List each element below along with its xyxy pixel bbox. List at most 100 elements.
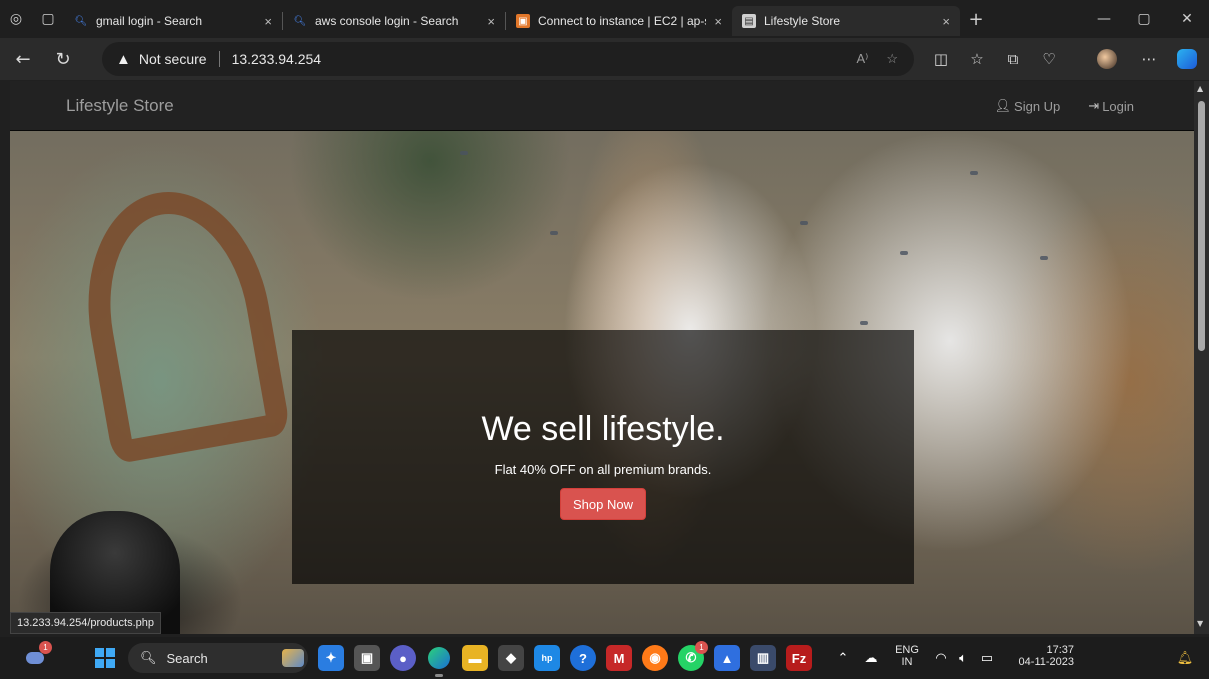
bag-strap-graphic <box>68 177 292 465</box>
file-explorer-icon[interactable]: ▬ <box>462 645 488 671</box>
profile-avatar[interactable] <box>1090 42 1124 76</box>
shirt-pattern <box>900 251 908 255</box>
volume-icon[interactable]: 🔈︎ <box>950 645 976 671</box>
microsoft-store-icon[interactable]: ◆ <box>498 645 524 671</box>
site-brand-link[interactable]: Lifestyle Store <box>66 96 174 116</box>
url-text[interactable]: 13.233.94.254 <box>232 51 322 67</box>
favorite-star-icon[interactable]: ☆ <box>886 51 898 67</box>
language-code: ENG <box>895 644 919 656</box>
shirt-pattern <box>1040 256 1048 260</box>
active-indicator <box>435 674 443 677</box>
tab-lifestyle-store[interactable]: ▤ Lifestyle Store × <box>732 6 960 36</box>
favorites-icon[interactable]: ☆ <box>960 42 994 76</box>
scrollbar-thumb[interactable] <box>1198 101 1205 351</box>
page-icon: ▤ <box>742 14 756 28</box>
close-tab-icon[interactable]: × <box>264 14 272 29</box>
battery-icon[interactable]: ▭ <box>974 645 1000 671</box>
clock-date: 04-11-2023 <box>1018 656 1074 668</box>
refresh-icon[interactable]: ↻ <box>46 42 80 76</box>
close-tab-icon[interactable]: × <box>714 14 722 29</box>
browser-toolbar: ← ↻ ▲ Not secure 13.233.94.254 A⁾ ☆ ◫ ☆ … <box>0 38 1209 80</box>
windows-taskbar: 1 🔍︎ Search ✦ ▣ ● ▬ ◆ hp ? M ◉ ✆ 1 ▲ ▥ F… <box>0 637 1209 679</box>
more-menu-icon[interactable]: ⋯ <box>1132 42 1166 76</box>
new-tab-button[interactable]: + <box>960 0 992 38</box>
search-label: Search <box>166 650 208 666</box>
weather-icon[interactable]: 1 <box>22 641 52 671</box>
aws-icon: ▣ <box>516 14 530 28</box>
tab-aws-search[interactable]: 🔍︎ aws console login - Search × <box>283 6 505 36</box>
notification-badge: 1 <box>39 641 52 654</box>
shirt-pattern <box>970 171 978 175</box>
clock-time: 17:37 <box>1046 644 1074 656</box>
collections-icon[interactable]: ⧉ <box>996 42 1030 76</box>
site-navbar: Lifestyle Store 👤︎ Sign Up ⇥ Login <box>10 81 1194 131</box>
back-icon[interactable]: ← <box>6 42 40 76</box>
whatsapp-icon[interactable]: ✆ 1 <box>678 641 708 671</box>
banner-subtext: Flat 40% OFF on all premium brands. <box>494 462 712 477</box>
signup-label: Sign Up <box>1014 98 1061 114</box>
edge-icon[interactable] <box>426 645 452 677</box>
minimize-icon[interactable]: — <box>1082 0 1126 38</box>
task-view-icon[interactable]: ▣ <box>354 645 380 671</box>
window-close-icon[interactable]: ✕ <box>1165 0 1209 38</box>
notification-bell-icon[interactable]: 🔔︎ 1 <box>1172 645 1198 671</box>
help-icon[interactable]: ? <box>570 645 596 671</box>
address-bar[interactable]: ▲ Not secure 13.233.94.254 A⁾ ☆ <box>102 42 914 76</box>
restore-icon[interactable]: ▢ <box>1122 0 1166 38</box>
browser-essentials-icon[interactable]: ♡ <box>1032 42 1066 76</box>
close-tab-icon[interactable]: × <box>487 14 495 29</box>
firefox-icon[interactable]: ◉ <box>642 645 668 671</box>
user-icon: 👤︎ <box>994 98 1012 113</box>
warning-icon[interactable]: ▲ <box>116 51 131 68</box>
region-code: IN <box>901 656 913 668</box>
tab-gmail-search[interactable]: 🔍︎ gmail login - Search × <box>64 6 282 36</box>
hero-banner: We sell lifestyle. Flat 40% OFF on all p… <box>292 330 914 584</box>
filezilla-icon[interactable]: Fz <box>786 645 812 671</box>
signup-link[interactable]: 👤︎ Sign Up <box>995 98 1061 114</box>
hp-app-icon[interactable]: hp <box>534 645 560 671</box>
read-aloud-icon[interactable]: A⁾ <box>856 51 868 67</box>
shirt-pattern <box>550 231 558 235</box>
nav-links: 👤︎ Sign Up ⇥ Login <box>995 81 1134 131</box>
meet-now-icon[interactable]: ● <box>390 645 416 671</box>
login-link[interactable]: ⇥ Login <box>1088 98 1134 114</box>
windows-start-icon[interactable] <box>92 645 118 671</box>
login-label: Login <box>1102 98 1134 114</box>
tab-actions-icon[interactable]: ▢ <box>32 0 64 38</box>
copilot-icon[interactable] <box>1170 42 1204 76</box>
search-icon: 🔍︎ <box>140 650 157 665</box>
close-tab-icon[interactable]: × <box>942 14 950 29</box>
shop-now-button[interactable]: Shop Now <box>560 488 646 520</box>
photos-icon[interactable]: ▲ <box>714 645 740 671</box>
security-label[interactable]: Not secure <box>139 51 207 67</box>
language-indicator[interactable]: ENG IN <box>892 644 922 668</box>
shirt-pattern <box>800 221 808 225</box>
scroll-down-icon[interactable]: ▼ <box>1197 619 1203 628</box>
tab-title: aws console login - Search <box>315 14 459 28</box>
workspaces-icon[interactable]: ◎ <box>0 0 32 38</box>
banner-heading: We sell lifestyle. <box>481 410 725 448</box>
copilot-preview-icon[interactable]: ✦ <box>318 645 344 671</box>
mcafee-icon[interactable]: M <box>606 645 632 671</box>
divider <box>218 51 220 67</box>
bing-search-icon: 🔍︎ <box>293 15 307 27</box>
remote-desktop-icon[interactable]: ▥ <box>750 645 776 671</box>
tab-title: Connect to instance | EC2 | ap-so <box>538 14 707 28</box>
login-icon: ⇥ <box>1088 98 1100 113</box>
search-highlight-icon <box>282 649 304 667</box>
browser-tab-strip: ◎ ▢ 🔍︎ gmail login - Search × 🔍︎ aws con… <box>0 0 1209 38</box>
tab-title: gmail login - Search <box>96 14 203 28</box>
taskbar-search[interactable]: 🔍︎ Search <box>128 643 308 673</box>
shirt-pattern <box>460 151 468 155</box>
onedrive-icon[interactable]: ☁ <box>858 645 884 671</box>
scroll-up-icon[interactable]: ▲ <box>1197 84 1203 93</box>
shirt-pattern <box>860 321 868 325</box>
status-bar-url: 13.233.94.254/products.php <box>10 612 162 634</box>
tab-ec2-connect[interactable]: ▣ Connect to instance | EC2 | ap-so × <box>506 6 732 36</box>
page-scrollbar[interactable]: ▲ ▼ <box>1194 81 1209 634</box>
show-hidden-icons[interactable]: ⌃ <box>830 645 856 671</box>
clock[interactable]: 17:37 04-11-2023 <box>1002 644 1074 668</box>
split-screen-icon[interactable]: ◫ <box>924 42 958 76</box>
tab-title: Lifestyle Store <box>764 14 841 28</box>
notification-badge: 1 <box>695 641 708 654</box>
